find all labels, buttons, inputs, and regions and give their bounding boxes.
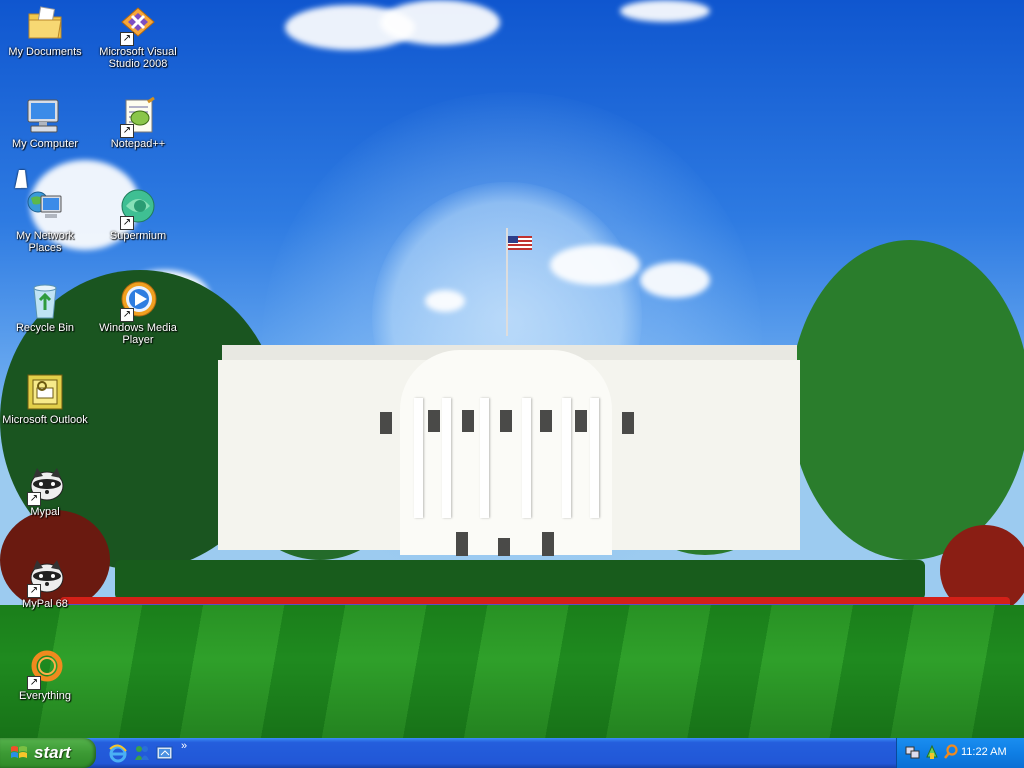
- shortcut-arrow-icon: ↗: [120, 216, 134, 230]
- desktop-icon-label: My Computer: [11, 138, 79, 150]
- internet-explorer-icon[interactable]: [108, 743, 128, 763]
- cloud: [620, 0, 710, 22]
- desktop-icon-label: Supermium: [109, 230, 167, 242]
- taskbar: start » 11:22 AM: [0, 738, 1024, 768]
- desktop-icon-microsoft-outlook[interactable]: Microsoft Outlook: [0, 372, 90, 426]
- desktop-icon-supermium[interactable]: ↗ Supermium: [93, 188, 183, 242]
- desktop-icon-notepad-plus-plus[interactable]: ↗ Notepad++: [93, 96, 183, 150]
- start-button[interactable]: start: [0, 738, 96, 768]
- lawn-shade: [0, 605, 1024, 738]
- folder-documents-icon: [25, 4, 65, 44]
- window: [540, 410, 552, 432]
- desktop-icon-mypal-68[interactable]: ↗ MyPal 68: [0, 556, 90, 610]
- mypal-raccoon-icon: ↗: [25, 464, 65, 506]
- window: [542, 532, 554, 556]
- cloud: [425, 290, 465, 312]
- desktop-icon-my-network-places[interactable]: My Network Places: [0, 188, 90, 254]
- desktop-icon-visual-studio-2008[interactable]: ↗ Microsoft Visual Studio 2008: [93, 4, 183, 70]
- window: [456, 532, 468, 556]
- window: [622, 412, 634, 434]
- desktop-icon-label: Microsoft Outlook: [2, 414, 88, 426]
- column: [522, 398, 531, 518]
- shortcut-arrow-icon: ↗: [27, 676, 41, 690]
- shortcut-arrow-icon: ↗: [120, 308, 134, 322]
- desktop-icon-label: Recycle Bin: [15, 322, 75, 334]
- window: [575, 410, 587, 432]
- shortcut-arrow-icon: ↗: [120, 32, 134, 46]
- window: [462, 410, 474, 432]
- us-flag: [508, 236, 532, 250]
- desktop-icon-label: Windows Media Player: [99, 322, 177, 346]
- column: [414, 398, 423, 518]
- shortcut-arrow-icon: ↗: [27, 492, 41, 506]
- media-player-icon: ↗: [118, 280, 158, 322]
- clock[interactable]: 11:22 AM: [961, 746, 1007, 758]
- desktop-icon-recycle-bin[interactable]: Recycle Bin: [0, 280, 90, 334]
- window: [500, 410, 512, 432]
- desktop-icon-label: Microsoft Visual Studio 2008: [99, 46, 177, 70]
- show-desktop-icon[interactable]: [155, 743, 175, 763]
- cloud: [640, 262, 710, 298]
- supermium-icon: ↗: [118, 188, 158, 230]
- desktop-icon-windows-media-player[interactable]: ↗ Windows Media Player: [93, 280, 183, 346]
- quick-launch-chevron[interactable]: »: [181, 740, 187, 752]
- network-icon[interactable]: [905, 744, 921, 760]
- start-label: start: [34, 743, 71, 762]
- column: [590, 398, 599, 518]
- desktop-icon-my-computer[interactable]: My Computer: [0, 96, 90, 150]
- window: [498, 538, 510, 556]
- white-house-portico: [400, 350, 612, 555]
- window: [428, 410, 440, 432]
- windows-logo-icon: [11, 746, 27, 758]
- recycle-bin-icon: [25, 280, 65, 320]
- column: [442, 398, 451, 518]
- messenger-icon[interactable]: [132, 743, 152, 763]
- desktop-icon-label: MyPal 68: [22, 598, 68, 610]
- desktop-icon-label: Everything: [19, 690, 71, 702]
- visual-studio-icon: ↗: [118, 4, 158, 46]
- desktop-icon-label: Mypal: [30, 506, 60, 518]
- outlook-icon: [25, 372, 65, 412]
- notepad-plus-plus-icon: ↗: [118, 96, 158, 138]
- safely-remove-icon[interactable]: [924, 744, 940, 760]
- desktop-icon-everything[interactable]: ↗ Everything: [0, 648, 90, 702]
- cloud: [550, 245, 640, 285]
- hedge: [115, 560, 925, 600]
- desktop-icon-my-documents[interactable]: My Documents: [0, 4, 90, 58]
- my-computer-icon: [25, 96, 65, 136]
- cloud: [380, 0, 500, 45]
- everything-search-icon: ↗: [25, 648, 65, 690]
- desktop-icon-mypal[interactable]: ↗ Mypal: [0, 464, 90, 518]
- shortcut-arrow-icon: ↗: [120, 124, 134, 138]
- desktop-icon-label: My Documents: [8, 46, 82, 58]
- network-places-icon: [25, 188, 65, 228]
- window: [380, 412, 392, 434]
- system-tray: 11:22 AM: [896, 738, 1024, 768]
- desktop-icon-label: Notepad++: [110, 138, 166, 150]
- search-icon[interactable]: [943, 744, 959, 760]
- column: [480, 398, 489, 518]
- mypal-raccoon-icon: ↗: [25, 556, 65, 598]
- desktop-icon-label: My Network Places: [15, 230, 75, 254]
- tree: [790, 240, 1024, 560]
- column: [562, 398, 571, 518]
- shortcut-arrow-icon: ↗: [27, 584, 41, 598]
